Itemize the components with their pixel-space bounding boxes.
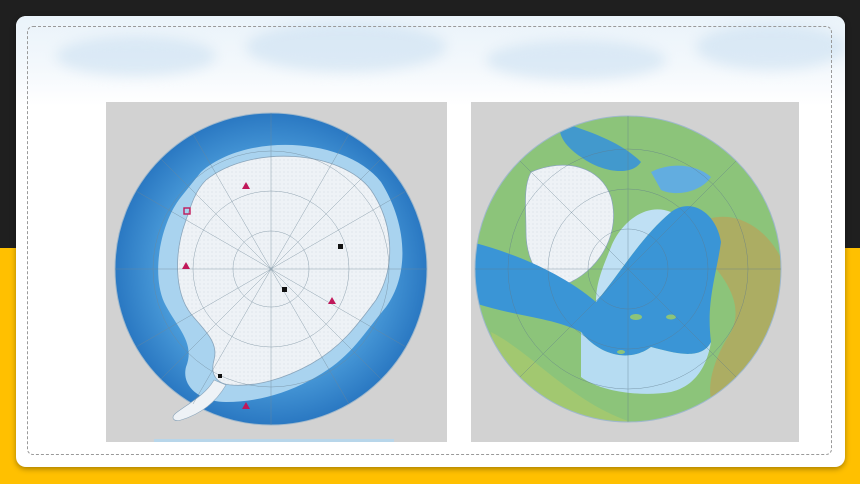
arctic-map [471,102,799,442]
arctic-map-graphic [474,115,782,423]
antarctica-caption-strip [154,439,394,442]
content-card [16,16,845,467]
antarctica-map [106,102,447,442]
antarctica-map-graphic [114,112,428,426]
